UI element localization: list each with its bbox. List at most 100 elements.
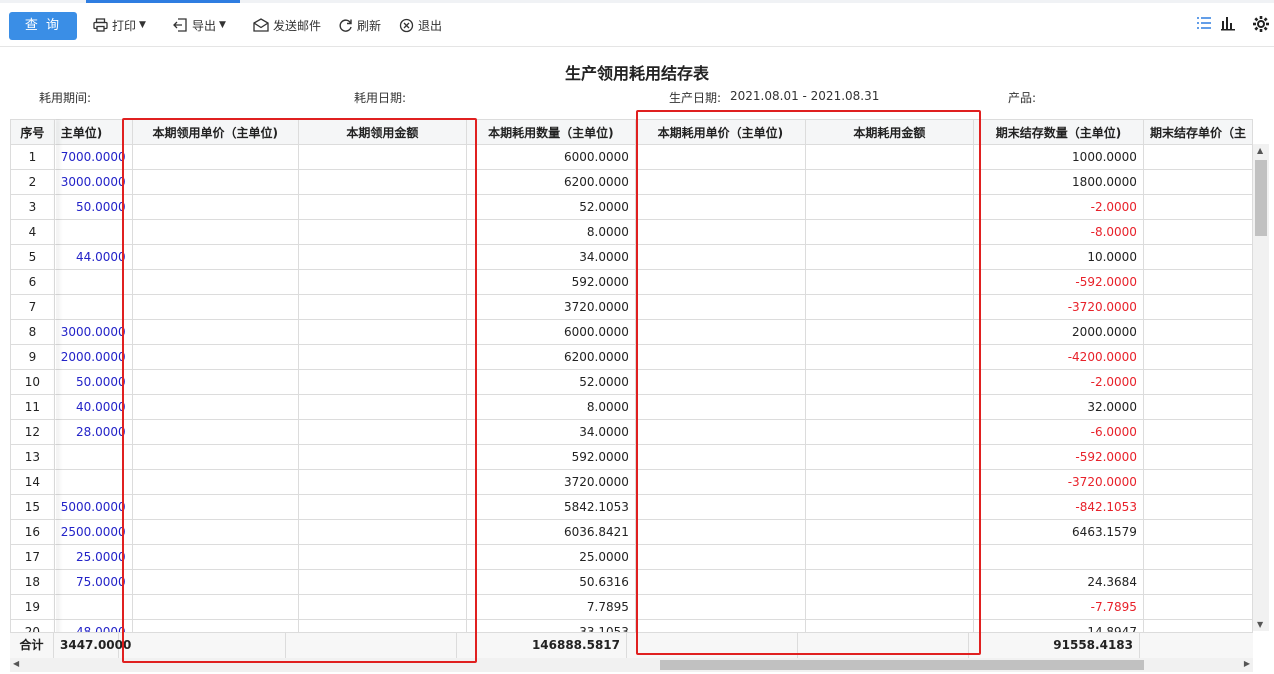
cell-consume-qty: 592.0000 bbox=[465, 444, 636, 470]
cell-seq: 11 bbox=[10, 394, 55, 420]
cell-consume-qty: 6200.0000 bbox=[465, 344, 636, 370]
annotation-box-consume-columns bbox=[636, 110, 981, 655]
close-circle-icon bbox=[399, 18, 414, 32]
cell-consume-qty: 34.0000 bbox=[465, 419, 636, 445]
cell-consume-qty: 52.0000 bbox=[465, 194, 636, 220]
refresh-label: 刷新 bbox=[357, 18, 382, 33]
cell-ending-qty: -3720.0000 bbox=[973, 469, 1144, 495]
cell-seq: 8 bbox=[10, 319, 55, 345]
cell-seq: 15 bbox=[10, 494, 55, 520]
bar-chart-icon bbox=[1221, 17, 1235, 31]
cell-ending-qty: 24.3684 bbox=[973, 569, 1144, 595]
exit-button[interactable]: 退出 bbox=[399, 16, 442, 34]
export-label: 导出 bbox=[192, 18, 217, 33]
period-label: 耗用期间: bbox=[39, 91, 92, 105]
col-header-issue-qty[interactable]: 主单位) bbox=[53, 119, 133, 145]
cell-ending-qty: -3720.0000 bbox=[973, 294, 1144, 320]
cell-issue-qty bbox=[53, 269, 133, 295]
cell-consume-qty: 8.0000 bbox=[465, 219, 636, 245]
cell-seq: 6 bbox=[10, 269, 55, 295]
cell-seq: 14 bbox=[10, 469, 55, 495]
cell-ending-qty bbox=[973, 544, 1144, 570]
annotation-box-issue-columns bbox=[122, 118, 477, 663]
cell-issue-qty: 7000.0000 bbox=[53, 144, 133, 170]
export-icon bbox=[173, 18, 187, 32]
cell-ending-unit-price bbox=[1142, 494, 1253, 520]
cell-issue-qty bbox=[53, 444, 133, 470]
cell-seq: 7 bbox=[10, 294, 55, 320]
cell-consume-qty: 8.0000 bbox=[465, 394, 636, 420]
totals-ending-qty: 91558.4183 bbox=[969, 633, 1140, 658]
query-button[interactable]: 查 询 bbox=[9, 12, 77, 40]
cell-consume-qty: 6000.0000 bbox=[465, 144, 636, 170]
refresh-button[interactable]: 刷新 bbox=[338, 16, 381, 34]
col-header-seq[interactable]: 序号 bbox=[10, 119, 55, 145]
scroll-left-arrow-icon[interactable]: ◀ bbox=[13, 659, 19, 668]
cell-ending-qty: -592.0000 bbox=[973, 444, 1144, 470]
cell-seq: 17 bbox=[10, 544, 55, 570]
frozen-column-shadow bbox=[55, 119, 56, 657]
cell-issue-qty: 75.0000 bbox=[53, 569, 133, 595]
cell-consume-qty: 6200.0000 bbox=[465, 169, 636, 195]
print-button[interactable]: 打印 ▼ bbox=[93, 16, 146, 34]
cell-consume-qty: 52.0000 bbox=[465, 369, 636, 395]
cell-ending-unit-price bbox=[1142, 544, 1253, 570]
cell-ending-qty: 1800.0000 bbox=[973, 169, 1144, 195]
cell-ending-unit-price bbox=[1142, 419, 1253, 445]
cell-ending-unit-price bbox=[1142, 469, 1253, 495]
cell-issue-qty bbox=[53, 594, 133, 620]
cell-consume-qty: 25.0000 bbox=[465, 544, 636, 570]
scroll-up-arrow-icon[interactable]: ▲ bbox=[1257, 146, 1263, 155]
cell-ending-unit-price bbox=[1142, 269, 1253, 295]
vertical-scrollbar[interactable]: ▲ ▼ bbox=[1253, 144, 1269, 631]
cell-seq: 10 bbox=[10, 369, 55, 395]
cell-ending-qty: 6463.1579 bbox=[973, 519, 1144, 545]
scroll-right-arrow-icon[interactable]: ▶ bbox=[1244, 659, 1250, 668]
cell-ending-qty: 1000.0000 bbox=[973, 144, 1144, 170]
cell-ending-unit-price bbox=[1142, 244, 1253, 270]
settings-button[interactable] bbox=[1252, 15, 1270, 36]
refresh-icon bbox=[339, 18, 352, 32]
prod-date-label: 生产日期: bbox=[669, 91, 722, 105]
cell-seq: 13 bbox=[10, 444, 55, 470]
cell-seq: 2 bbox=[10, 169, 55, 195]
list-view-button[interactable] bbox=[1196, 15, 1212, 34]
cell-ending-qty: 10.0000 bbox=[973, 244, 1144, 270]
report-title: 生产领用耗用结存表 bbox=[564, 64, 709, 83]
cell-consume-qty: 6000.0000 bbox=[465, 319, 636, 345]
date-label: 耗用日期: bbox=[354, 91, 407, 105]
cell-ending-unit-price bbox=[1142, 144, 1253, 170]
cell-issue-qty: 50.0000 bbox=[53, 369, 133, 395]
scroll-down-arrow-icon[interactable]: ▼ bbox=[1257, 620, 1263, 629]
cell-seq: 3 bbox=[10, 194, 55, 220]
cell-ending-qty: 32.0000 bbox=[973, 394, 1144, 420]
cell-ending-unit-price bbox=[1142, 569, 1253, 595]
col-header-ending-unit-price[interactable]: 期末结存单价（主 bbox=[1142, 119, 1253, 145]
cell-seq: 18 bbox=[10, 569, 55, 595]
chevron-down-icon: ▼ bbox=[139, 20, 146, 30]
vertical-scroll-thumb[interactable] bbox=[1255, 160, 1267, 236]
cell-ending-unit-price bbox=[1142, 194, 1253, 220]
cell-ending-unit-price bbox=[1142, 294, 1253, 320]
cell-seq: 5 bbox=[10, 244, 55, 270]
col-header-ending-qty[interactable]: 期末结存数量（主单位) bbox=[973, 119, 1144, 145]
exit-label: 退出 bbox=[418, 18, 443, 33]
send-email-button[interactable]: 发送邮件 bbox=[253, 16, 321, 34]
cell-issue-qty: 3000.0000 bbox=[53, 319, 133, 345]
cell-issue-qty: 44.0000 bbox=[53, 244, 133, 270]
cell-issue-qty: 3000.0000 bbox=[53, 169, 133, 195]
cell-consume-qty: 5842.1053 bbox=[465, 494, 636, 520]
col-header-consume-qty[interactable]: 本期耗用数量（主单位) bbox=[465, 119, 636, 145]
chart-view-button[interactable] bbox=[1220, 15, 1236, 34]
cell-ending-qty: -7.7895 bbox=[973, 594, 1144, 620]
cell-seq: 12 bbox=[10, 419, 55, 445]
export-button[interactable]: 导出 ▼ bbox=[173, 16, 226, 34]
totals-issue-qty: 3447.0000 bbox=[54, 633, 131, 658]
cell-ending-qty: -842.1053 bbox=[973, 494, 1144, 520]
print-label: 打印 bbox=[112, 18, 137, 33]
cell-seq: 9 bbox=[10, 344, 55, 370]
horizontal-scroll-thumb[interactable] bbox=[660, 660, 1144, 670]
cell-ending-unit-price bbox=[1142, 319, 1253, 345]
cell-seq: 1 bbox=[10, 144, 55, 170]
cell-ending-qty: -4200.0000 bbox=[973, 344, 1144, 370]
